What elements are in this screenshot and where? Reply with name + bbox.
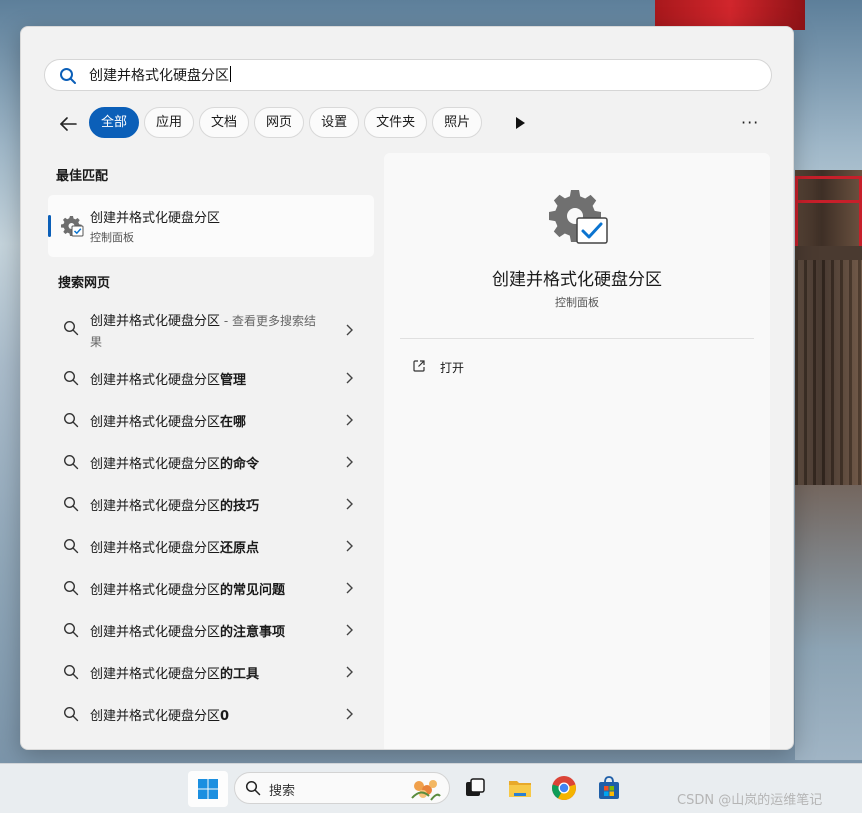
text-caret xyxy=(230,66,231,82)
search-icon xyxy=(63,320,79,336)
open-action[interactable]: 打开 xyxy=(400,351,600,383)
more-options-button[interactable]: ··· xyxy=(741,113,765,133)
microsoft-store-icon[interactable] xyxy=(596,775,622,801)
filter-tab[interactable]: 文件夹 xyxy=(364,107,428,138)
web-suggestion-text: 创建并格式化硬盘分区的注意事项 xyxy=(90,625,286,640)
open-label: 打开 xyxy=(440,361,465,375)
web-suggestion-item[interactable]: 创建并格式化硬盘分区管理 xyxy=(48,357,374,399)
chevron-right-icon xyxy=(346,582,353,594)
web-search-results: 创建并格式化硬盘分区 - 查看更多搜索结果 创建并格式化硬盘分区管理 创建并格式化… xyxy=(48,307,374,735)
start-search-panel: 创建并格式化硬盘分区 全部 应用 文档 网页 设置 文件夹 照片 ··· 最佳匹配 创建并格… xyxy=(20,26,794,750)
search-icon xyxy=(63,370,79,386)
search-query-text: 创建并格式化硬盘分区 xyxy=(89,66,231,84)
web-suggestion-text: 创建并格式化硬盘分区的命令 xyxy=(90,457,260,472)
wallpaper-pier-planks xyxy=(795,250,862,485)
chevron-right-icon xyxy=(346,624,353,636)
chevron-right-icon xyxy=(346,540,353,552)
watermark-text: CSDN @山岚的运维笔记 xyxy=(677,793,823,808)
windows-start-icon xyxy=(198,779,218,799)
scroll-tabs-right-icon[interactable] xyxy=(513,115,527,131)
web-suggestion-item[interactable]: 创建并格式化硬盘分区在哪 xyxy=(48,399,374,441)
filter-tab[interactable]: 文档 xyxy=(199,107,250,138)
web-suggestion-item[interactable]: 创建并格式化硬盘分区的常见问题 xyxy=(48,567,374,609)
search-icon xyxy=(245,780,261,796)
web-result-text: 创建并格式化硬盘分区 - 查看更多搜索结果 xyxy=(90,314,316,349)
search-icon xyxy=(60,68,76,84)
start-button[interactable] xyxy=(188,771,228,807)
filter-tab[interactable]: 应用 xyxy=(144,107,195,138)
task-view-icon[interactable] xyxy=(462,775,488,801)
web-suggestion-text: 创建并格式化硬盘分区的工具 xyxy=(90,667,260,682)
open-external-icon xyxy=(413,360,425,372)
best-match-heading: 最佳匹配 xyxy=(56,169,109,184)
taskbar-search-label: 搜索 xyxy=(269,784,296,799)
settings-gear-check-icon xyxy=(61,216,84,237)
back-arrow-icon[interactable] xyxy=(57,113,79,135)
web-suggestion-item[interactable]: 创建并格式化硬盘分区的工具 xyxy=(48,651,374,693)
preview-divider xyxy=(400,338,754,339)
chevron-right-icon xyxy=(346,324,353,336)
search-icon xyxy=(63,622,79,638)
selection-indicator xyxy=(48,215,51,237)
wallpaper-railing-bar xyxy=(795,200,862,203)
search-icon xyxy=(63,706,79,722)
filter-tab[interactable]: 照片 xyxy=(432,107,483,138)
web-suggestion-text: 创建并格式化硬盘分区在哪 xyxy=(90,415,247,430)
preview-subtitle: 控制面板 xyxy=(555,296,599,309)
wallpaper-reflection xyxy=(795,485,862,760)
chevron-right-icon xyxy=(346,414,353,426)
web-suggestion-item[interactable]: 创建并格式化硬盘分区的技巧 xyxy=(48,483,374,525)
settings-gear-check-icon xyxy=(549,190,608,244)
web-search-heading: 搜索网页 xyxy=(58,276,111,291)
search-icon xyxy=(63,496,79,512)
web-suggestion-text: 创建并格式化硬盘分区的常见问题 xyxy=(90,583,286,598)
search-icon xyxy=(63,580,79,596)
wallpaper-railing xyxy=(795,176,862,246)
best-match-result[interactable]: 创建并格式化硬盘分区 控制面板 xyxy=(48,195,374,257)
web-suggestion-item[interactable]: 创建并格式化硬盘分区还原点 xyxy=(48,525,374,567)
search-icon xyxy=(63,454,79,470)
filter-tab[interactable]: 全部 xyxy=(89,107,140,138)
web-suggestion-item[interactable]: 创建并格式化硬盘分区的命令 xyxy=(48,441,374,483)
taskbar-search-box[interactable]: 搜索 xyxy=(234,772,450,804)
web-suggestion-text: 创建并格式化硬盘分区还原点 xyxy=(90,541,260,556)
best-match-name: 创建并格式化硬盘分区 xyxy=(90,211,221,226)
filter-tab[interactable]: 网页 xyxy=(254,107,305,138)
chrome-icon[interactable] xyxy=(551,775,577,801)
chevron-right-icon xyxy=(346,456,353,468)
web-suggestion-text: 创建并格式化硬盘分区的技巧 xyxy=(90,499,260,514)
web-suggestion-text: 创建并格式化硬盘分区管理 xyxy=(90,373,247,388)
web-suggestion-item[interactable]: 创建并格式化硬盘分区的注意事项 xyxy=(48,609,374,651)
filter-bar: 全部 应用 文档 网页 设置 文件夹 照片 ··· xyxy=(21,107,793,141)
chevron-right-icon xyxy=(346,372,353,384)
search-icon xyxy=(63,412,79,428)
web-search-more-results[interactable]: 创建并格式化硬盘分区 - 查看更多搜索结果 xyxy=(48,307,374,357)
wallpaper-deck xyxy=(795,246,862,260)
best-match-category: 控制面板 xyxy=(90,231,134,244)
filter-tabs: 全部 应用 文档 网页 设置 文件夹 照片 xyxy=(89,107,483,138)
web-suggestion-item[interactable]: 创建并格式化硬盘分区0 xyxy=(48,693,374,735)
search-icon xyxy=(63,664,79,680)
taskbar: 搜索 CSDN @山岚的运维笔记 xyxy=(0,763,862,813)
preview-title: 创建并格式化硬盘分区 xyxy=(492,270,662,290)
filter-tab[interactable]: 设置 xyxy=(309,107,360,138)
search-icon xyxy=(63,538,79,554)
web-suggestion-text: 创建并格式化硬盘分区0 xyxy=(90,709,230,724)
chevron-right-icon xyxy=(346,666,353,678)
result-preview-pane: 创建并格式化硬盘分区 控制面板 打开 xyxy=(384,153,770,749)
search-input[interactable]: 创建并格式化硬盘分区 xyxy=(44,59,772,91)
chevron-right-icon xyxy=(346,498,353,510)
chevron-right-icon xyxy=(346,708,353,720)
file-explorer-icon[interactable] xyxy=(507,775,533,801)
search-highlight-flower-icon xyxy=(411,780,441,801)
